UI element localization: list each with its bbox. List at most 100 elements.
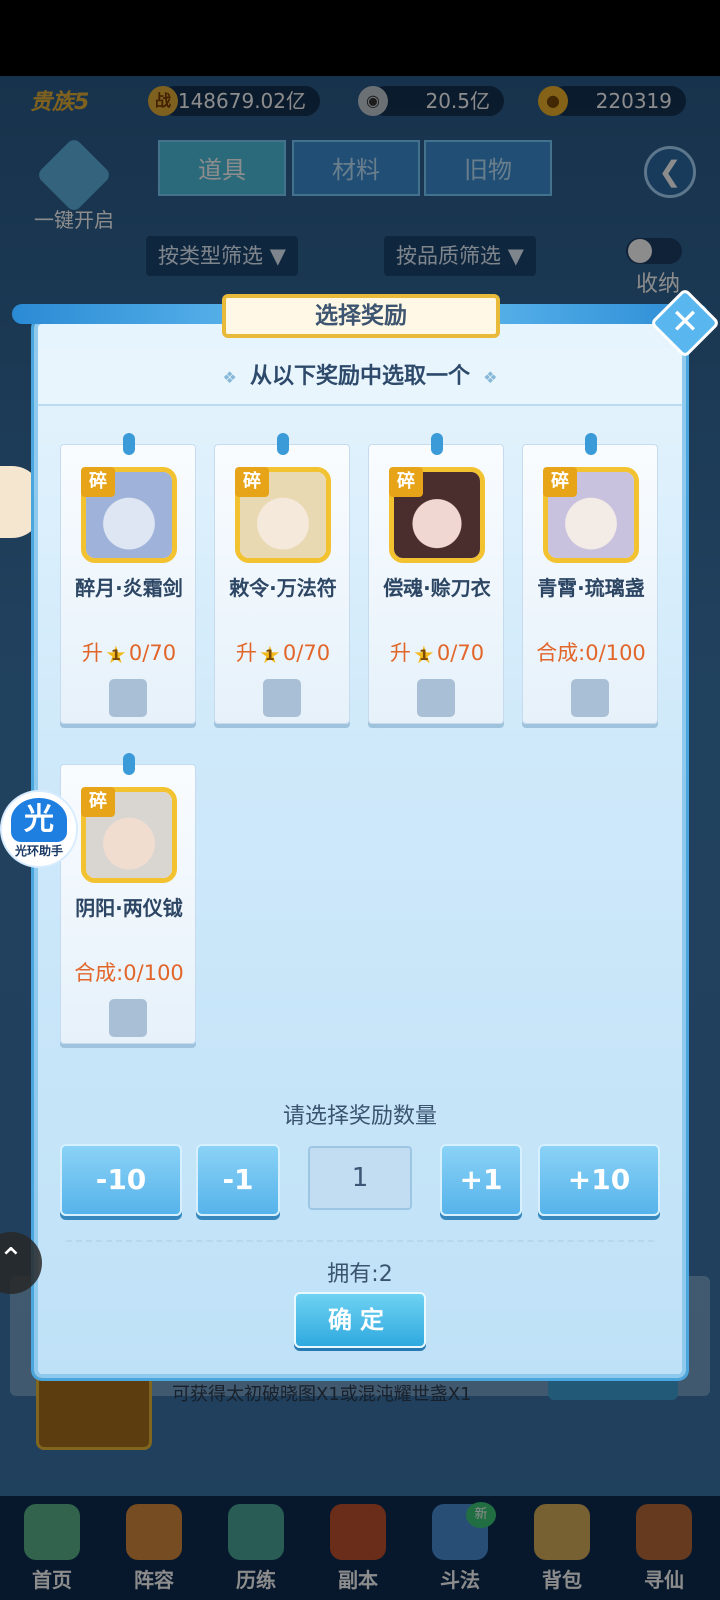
dialog-subtitle-band: ❖ 从以下奖励中选取一个 ❖: [38, 348, 682, 406]
confirm-button[interactable]: 确定: [294, 1292, 426, 1348]
tab-items[interactable]: 道具: [158, 140, 286, 196]
nav-label: 阵容: [134, 1568, 174, 1592]
one-key-open-button[interactable]: 一键开启: [24, 136, 124, 233]
filter-by-quality[interactable]: 按品质筛选 ▼: [384, 236, 536, 276]
nav-lineup[interactable]: 阵容: [104, 1496, 204, 1600]
collapse-toggle[interactable]: [626, 238, 682, 264]
owned-count: 拥有:2: [327, 1262, 393, 1287]
bag-icon: [534, 1504, 590, 1560]
progress-prefix: 升: [389, 641, 411, 665]
reward-name: 青霄·琉璃盏: [537, 576, 645, 600]
plus-10-button[interactable]: +10: [538, 1144, 660, 1216]
power-pill: 战 148679.02亿: [148, 86, 320, 116]
filter-by-type[interactable]: 按类型筛选 ▼: [146, 236, 298, 276]
power-icon: 战: [148, 86, 178, 116]
card-pin: [585, 433, 597, 455]
nav-home[interactable]: 首页: [2, 1496, 102, 1600]
reward-card[interactable]: 碎 青霄·琉璃盏 合成:0/100: [522, 433, 659, 724]
nav-label: 副本: [338, 1568, 378, 1592]
star-level: 1: [419, 648, 429, 664]
reward-card[interactable]: 碎 阴阳·两仪钺 合成:0/100: [60, 753, 197, 1044]
reward-progress: 升★ 1 0/70: [215, 637, 351, 668]
shard-badge: 碎: [81, 787, 115, 817]
gold-pill: ● 220319: [538, 86, 686, 116]
progress-prefix: 合成:: [536, 641, 586, 665]
item-description: 可获得太初破晓图X1或混沌耀世盏X1: [172, 1384, 472, 1405]
home-icon: [24, 1504, 80, 1560]
reward-card[interactable]: 碎 偿魂·赊刀衣 升★ 1 0/70: [368, 433, 505, 724]
gold-ingot-icon: ●: [538, 86, 568, 116]
star-level: 1: [111, 648, 121, 664]
minus-10-button[interactable]: -10: [60, 1144, 182, 1216]
helper-label: 光环助手: [14, 844, 63, 858]
nav-label: 背包: [542, 1568, 582, 1592]
shard-badge: 碎: [543, 467, 577, 497]
bag-toolbar: 一键开启 道具 材料 旧物 ❮: [0, 136, 720, 232]
dialog-title-plate: 选择奖励: [222, 294, 500, 338]
coin-pill: ◉ 20.5亿: [358, 86, 504, 116]
reward-checkbox[interactable]: [109, 679, 147, 717]
progress-prefix: 升: [235, 641, 257, 665]
nav-label: 首页: [32, 1568, 72, 1592]
minus-1-button[interactable]: -1: [196, 1144, 280, 1216]
progress-value: 0/70: [128, 641, 177, 665]
progress-value: 0/70: [436, 641, 485, 665]
shard-badge: 碎: [81, 467, 115, 497]
close-icon[interactable]: ✕: [660, 298, 710, 348]
resource-bar: 贵族5 战 148679.02亿 ◉ 20.5亿 ● 220319: [0, 84, 720, 120]
shard-badge: 碎: [235, 467, 269, 497]
helper-logo-icon: 光: [11, 798, 67, 842]
helper-float-button[interactable]: 光 光环助手: [0, 790, 78, 868]
reward-checkbox[interactable]: [109, 999, 147, 1037]
power-value: 148679.02亿: [177, 89, 306, 113]
star-level: 1: [265, 648, 275, 664]
star-icon: ★ 1: [103, 642, 129, 668]
star-icon: ★ 1: [257, 642, 283, 668]
reward-name: 偿魂·赊刀衣: [383, 576, 491, 600]
coin-value: 20.5亿: [425, 89, 490, 113]
reward-checkbox[interactable]: [417, 679, 455, 717]
back-arrow-icon[interactable]: ❮: [644, 146, 696, 198]
coin-icon: ◉: [358, 86, 388, 116]
reward-progress: 合成:0/100: [61, 957, 197, 987]
card-pin: [123, 433, 135, 455]
plus-1-button[interactable]: +1: [440, 1144, 522, 1216]
nav-battle[interactable]: 斗法 新: [410, 1496, 510, 1600]
diamond-icon: ❖: [483, 368, 498, 387]
training-icon: [228, 1504, 284, 1560]
funnel-icon: ▼: [269, 244, 286, 268]
nav-seek-immortal[interactable]: 寻仙: [614, 1496, 714, 1600]
funnel-icon: ▼: [507, 244, 524, 268]
status-bar: [0, 0, 720, 76]
reward-progress: 升★ 1 0/70: [61, 637, 197, 668]
toggle-knob: [628, 239, 652, 263]
reward-progress: 合成:0/100: [523, 637, 659, 667]
nav-dungeon[interactable]: 副本: [308, 1496, 408, 1600]
lineup-icon: [126, 1504, 182, 1560]
reward-checkbox[interactable]: [571, 679, 609, 717]
shard-badge: 碎: [389, 467, 423, 497]
dialog-subtitle: 从以下奖励中选取一个: [249, 364, 470, 389]
reward-checkbox[interactable]: [263, 679, 301, 717]
nav-label: 斗法: [440, 1568, 480, 1592]
quantity-label: 请选择奖励数量: [282, 1104, 437, 1129]
key-icon: [35, 136, 113, 214]
card-pin: [123, 753, 135, 775]
reward-name: 敕令·万法符: [229, 576, 337, 600]
nav-training[interactable]: 历练: [206, 1496, 306, 1600]
quantity-input[interactable]: 1: [308, 1146, 412, 1210]
progress-value: 0/100: [585, 641, 646, 665]
star-icon: ★ 1: [411, 642, 437, 668]
reward-card[interactable]: 碎 敕令·万法符 升★ 1 0/70: [214, 433, 351, 724]
reward-card[interactable]: 碎 醉月·炎霜剑 升★ 1 0/70: [60, 433, 197, 724]
filter-row: 按类型筛选 ▼ 按品质筛选 ▼ 收纳: [0, 236, 720, 297]
nav-bag[interactable]: 背包: [512, 1496, 612, 1600]
bottom-nav: 首页 阵容 历练 副本 斗法 新 背包 寻仙: [0, 1496, 720, 1600]
reward-progress: 升★ 1 0/70: [369, 637, 505, 668]
diamond-icon: ❖: [222, 368, 237, 387]
tab-relics[interactable]: 旧物: [424, 140, 552, 196]
progress-value: 0/70: [282, 641, 331, 665]
tab-materials[interactable]: 材料: [292, 140, 420, 196]
filter-by-quality-label: 按品质筛选: [396, 244, 501, 268]
noble-rank: 贵族5: [30, 90, 90, 115]
